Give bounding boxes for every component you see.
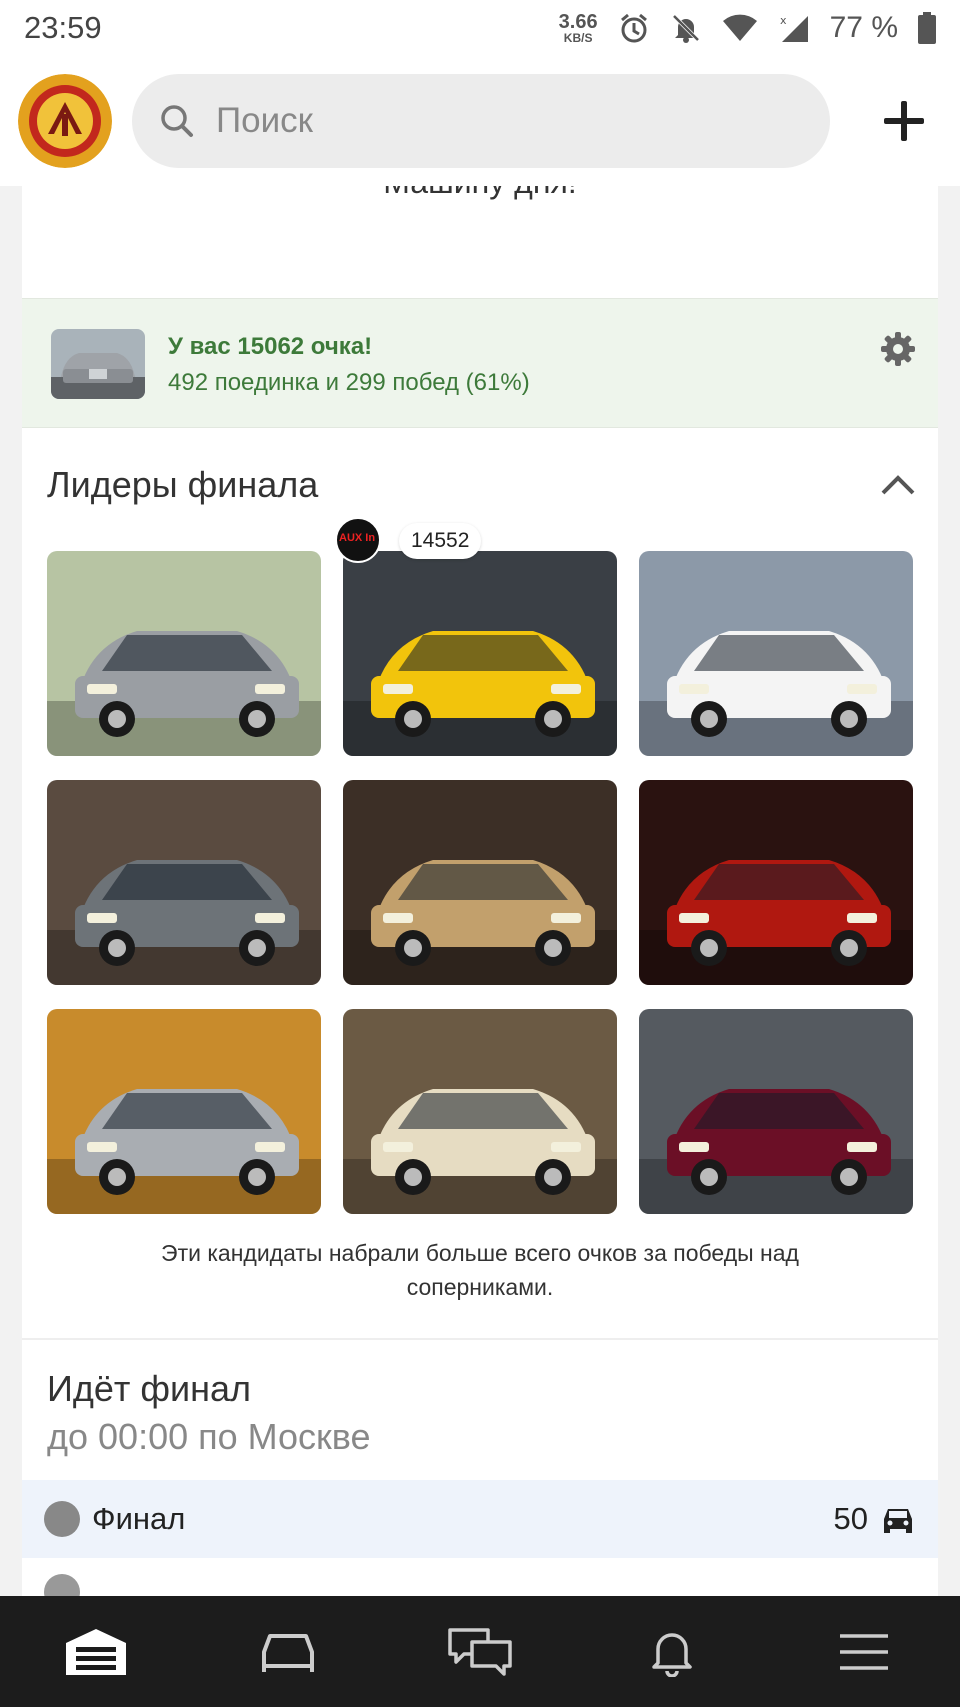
status-dot: [44, 1574, 80, 1596]
nav-cars[interactable]: [248, 1622, 328, 1682]
status-dot: [44, 1501, 80, 1537]
network-speed: 3.66 KB/S: [559, 12, 598, 44]
final-row-count: 50: [833, 1501, 868, 1536]
final-row-label: Финал: [92, 1501, 186, 1536]
battery-icon: [918, 12, 936, 44]
chat-icon: [448, 1627, 512, 1676]
search-placeholder: Поиск: [216, 101, 313, 140]
nav-messages[interactable]: [440, 1622, 520, 1682]
alarm-icon: [618, 12, 650, 44]
car-icon: [884, 1509, 912, 1533]
network-speed-value: 3.66: [558, 11, 598, 33]
notifications-off-icon: [670, 12, 702, 44]
divider: [22, 1338, 938, 1340]
search-icon: [161, 105, 193, 137]
gear-icon[interactable]: [880, 331, 916, 367]
svg-text:x: x: [780, 14, 787, 27]
search-field[interactable]: Поиск: [132, 74, 830, 168]
final-row[interactable]: Финал 50: [22, 1480, 938, 1558]
profile-avatar[interactable]: [18, 74, 112, 168]
add-button[interactable]: [882, 99, 926, 143]
network-speed-unit: KB/S: [563, 31, 593, 45]
leader-car-photo[interactable]: [47, 1009, 321, 1214]
status-time: 23:59: [24, 10, 102, 45]
battery-percent: 77 %: [829, 11, 898, 44]
my-car-thumbnail[interactable]: [51, 329, 145, 399]
leader-car-photo[interactable]: [639, 780, 913, 985]
owner-badge-text: AUX In: [339, 532, 376, 544]
final-deadline: до 00:00 по Москве: [47, 1416, 371, 1457]
leaders-note: Эти кандидаты набрали больше всего очков…: [161, 1240, 799, 1300]
leader-car-photo[interactable]: [343, 551, 617, 756]
owner-avatar[interactable]: AUX In: [335, 517, 381, 563]
main-content: Машину дня! У вас 15062 очка! 492 поедин…: [22, 186, 938, 1596]
status-icons: 3.66 KB/S x 77 %: [559, 11, 936, 45]
bottom-nav: [0, 1596, 960, 1707]
app-header: Поиск: [0, 56, 960, 186]
leader-score-badge: 14552: [399, 523, 482, 559]
score-title: У вас 15062 очка!: [168, 333, 373, 360]
signal-icon: x: [778, 12, 810, 44]
leader-car-photo[interactable]: [47, 551, 321, 756]
next-row-partial[interactable]: [22, 1562, 938, 1596]
nav-notifications[interactable]: [632, 1622, 712, 1682]
nav-garage[interactable]: [56, 1622, 136, 1682]
leader-car-photo[interactable]: [343, 780, 617, 985]
feed-cut-text: Машину дня!: [22, 186, 938, 201]
leader-car-photo[interactable]: [343, 1009, 617, 1214]
leader-car-photo[interactable]: [639, 1009, 913, 1214]
bell-icon: [652, 1632, 692, 1677]
garage-icon: [66, 1628, 126, 1675]
leader-car-photo[interactable]: [639, 551, 913, 756]
wifi-icon: [722, 13, 758, 43]
leader-car-photo[interactable]: [47, 780, 321, 985]
chevron-up-icon[interactable]: [880, 472, 916, 496]
car-outline-icon: [262, 1633, 314, 1672]
score-panel: У вас 15062 очка! 492 поединка и 299 поб…: [22, 298, 938, 428]
menu-icon: [840, 1633, 888, 1670]
score-stats: 492 поединка и 299 побед (61%): [168, 369, 530, 396]
leaders-title: Лидеры финала: [47, 464, 319, 505]
nav-menu[interactable]: [824, 1622, 904, 1682]
status-bar: 23:59 3.66 KB/S x 77 %: [0, 0, 960, 56]
final-title: Идёт финал: [47, 1368, 252, 1409]
